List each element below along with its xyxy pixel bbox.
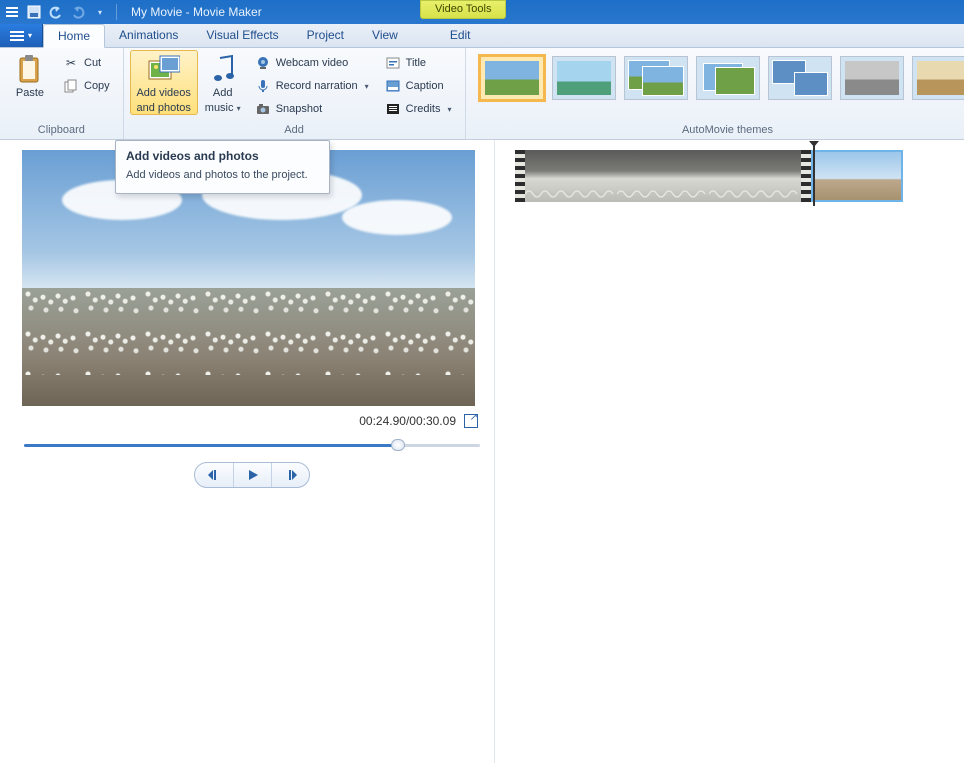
titlebar: ▾ My Movie - Movie Maker Video Tools [0, 0, 964, 24]
film-sprocket-icon [515, 150, 525, 202]
window-title: My Movie - Movie Maker [131, 5, 262, 19]
chevron-down-icon: ▾ [365, 82, 369, 91]
playback-controls [194, 462, 310, 488]
seek-bar[interactable] [24, 438, 480, 452]
group-themes-label: AutoMovie themes [472, 122, 964, 139]
tab-edit[interactable]: Edit [436, 24, 485, 47]
music-note-icon [207, 53, 239, 85]
scissors-icon: ✂ [63, 55, 79, 71]
prev-frame-button[interactable] [195, 463, 233, 487]
timeline-clip[interactable] [525, 150, 617, 202]
ribbon: Paste ✂Cut Copy Clipboard Add videos and… [0, 48, 964, 140]
copy-button[interactable]: Copy [56, 75, 117, 97]
fullscreen-icon[interactable] [464, 414, 478, 428]
group-add-label: Add [130, 122, 459, 139]
title-button[interactable]: Title [378, 52, 459, 74]
camera-icon [255, 101, 271, 117]
record-narration-button[interactable]: Record narration▾ [248, 75, 376, 97]
seek-thumb[interactable] [391, 439, 405, 451]
theme-2[interactable] [552, 56, 616, 100]
group-clipboard-label: Clipboard [6, 122, 117, 139]
caption-button[interactable]: Caption [378, 75, 459, 97]
film-sprocket-icon [801, 150, 811, 202]
timeline-pane[interactable] [495, 140, 964, 763]
caption-icon [385, 78, 401, 94]
tooltip-body: Add videos and photos to the project. [126, 168, 319, 183]
timeline-clip[interactable] [709, 150, 801, 202]
paste-button[interactable]: Paste [6, 50, 54, 101]
theme-default[interactable] [480, 56, 544, 100]
snapshot-button[interactable]: Snapshot [248, 98, 376, 120]
tab-animations[interactable]: Animations [105, 24, 192, 47]
theme-7[interactable] [912, 56, 964, 100]
workspace: 00:24.90/00:30.09 [0, 140, 964, 763]
context-tab-badge: Video Tools [420, 0, 506, 19]
play-button[interactable] [233, 463, 271, 487]
webcam-video-button[interactable]: Webcam video [248, 52, 376, 74]
group-clipboard: Paste ✂Cut Copy Clipboard [0, 48, 124, 139]
add-videos-photos-button[interactable]: Add videos and photos [130, 50, 198, 115]
tab-view[interactable]: View [358, 24, 412, 47]
ribbon-tabstrip: ▾ Home Animations Visual Effects Project… [0, 24, 964, 48]
file-menu-button[interactable]: ▾ [0, 24, 43, 47]
chevron-down-icon: ▾ [447, 105, 451, 114]
paste-label: Paste [16, 87, 44, 100]
credits-icon [385, 101, 401, 117]
theme-5[interactable] [768, 56, 832, 100]
theme-3[interactable] [624, 56, 688, 100]
tab-project[interactable]: Project [293, 24, 358, 47]
title-icon [385, 55, 401, 71]
copy-icon [63, 78, 79, 94]
tooltip-add-videos-photos: Add videos and photos Add videos and pho… [115, 140, 330, 194]
webcam-icon [255, 55, 271, 71]
chevron-down-icon: ▾ [28, 31, 32, 40]
app-menu-icon[interactable] [4, 4, 20, 20]
theme-4[interactable] [696, 56, 760, 100]
chevron-down-icon: ▾ [237, 104, 241, 113]
timeline-clip[interactable] [617, 150, 709, 202]
clipboard-icon [14, 53, 46, 85]
save-icon[interactable] [26, 4, 42, 20]
credits-button[interactable]: Credits▾ [378, 98, 459, 120]
next-frame-button[interactable] [271, 463, 309, 487]
timeline-playhead[interactable] [813, 146, 815, 206]
theme-6[interactable] [840, 56, 904, 100]
tab-home[interactable]: Home [43, 24, 105, 48]
cut-button[interactable]: ✂Cut [56, 52, 117, 74]
tooltip-title: Add videos and photos [126, 149, 319, 163]
playback-time: 00:24.90/00:30.09 [359, 414, 456, 428]
qat-dropdown-icon[interactable]: ▾ [92, 4, 108, 20]
group-add: Add videos and photos Add music ▾ Webcam… [124, 48, 466, 139]
menu-bars-icon [10, 31, 24, 41]
preview-pane: 00:24.90/00:30.09 [0, 140, 495, 763]
photo-video-icon [148, 53, 180, 85]
redo-icon[interactable] [70, 4, 86, 20]
tab-visual-effects[interactable]: Visual Effects [192, 24, 292, 47]
undo-icon[interactable] [48, 4, 64, 20]
group-themes: ▴▾▿ AutoMovie themes [466, 48, 964, 139]
microphone-icon [255, 78, 271, 94]
add-music-button[interactable]: Add music ▾ [200, 50, 246, 115]
timeline-photo-clip[interactable] [811, 150, 903, 202]
